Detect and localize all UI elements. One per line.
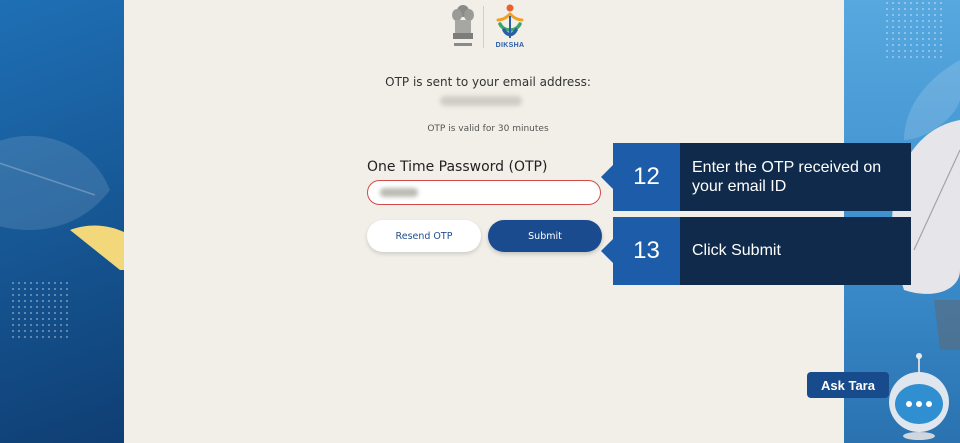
step-number-text: 13 xyxy=(633,237,660,264)
robot-icon[interactable] xyxy=(884,352,954,440)
logo-divider xyxy=(483,6,484,48)
otp-field-label: One Time Password (OTP) xyxy=(367,159,548,175)
step-number: 13 xyxy=(601,217,680,285)
diksha-logo-icon xyxy=(496,4,524,38)
brand-name: DIKSHA xyxy=(495,42,525,49)
submit-button[interactable]: Submit xyxy=(488,220,602,252)
header-logos: DIKSHA xyxy=(448,2,528,54)
instruction-step-12: 12 Enter the OTP received on your email … xyxy=(601,143,911,211)
step-text: Click Submit xyxy=(680,217,911,285)
redacted-email xyxy=(440,96,522,106)
resend-otp-button[interactable]: Resend OTP xyxy=(367,220,481,252)
dot-pattern xyxy=(10,280,70,340)
redacted-otp-value xyxy=(380,188,418,197)
left-decorative-panel xyxy=(0,0,124,443)
otp-input[interactable] xyxy=(367,180,601,205)
otp-validity-note: OTP is valid for 30 minutes xyxy=(427,124,549,134)
step-text: Enter the OTP received on your email ID xyxy=(680,143,911,211)
national-emblem-icon xyxy=(452,5,474,46)
dot-pattern-right xyxy=(884,0,944,60)
callout-arrow-icon xyxy=(601,239,613,263)
otp-sent-message: OTP is sent to your email address: xyxy=(385,75,591,89)
callout-arrow-icon xyxy=(601,165,613,189)
instruction-step-13: 13 Click Submit xyxy=(601,217,911,285)
diksha-logo: DIKSHA xyxy=(492,2,528,54)
leaf-decoration xyxy=(0,136,124,270)
ask-tara-button[interactable]: Ask Tara xyxy=(807,372,889,398)
step-number-text: 12 xyxy=(633,163,660,190)
step-number: 12 xyxy=(601,143,680,211)
